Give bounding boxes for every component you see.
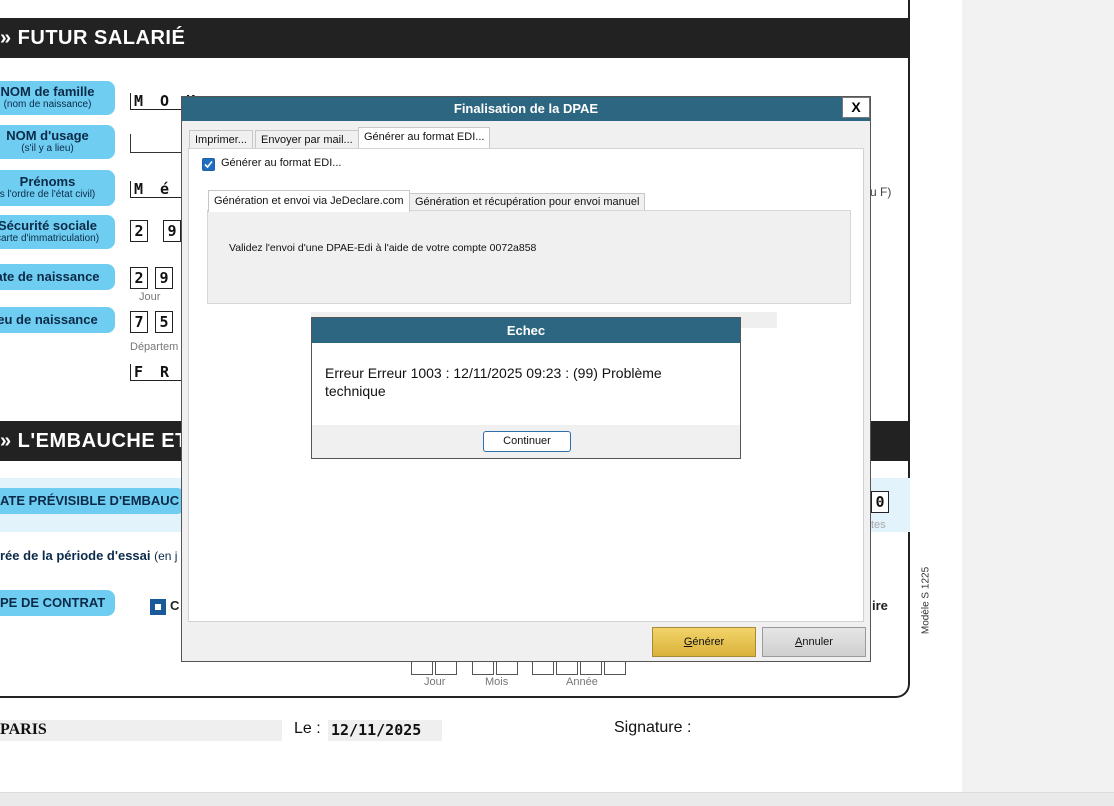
subtab-envoi-manuel[interactable]: Génération et récupération pour envoi ma… xyxy=(409,193,646,211)
continuer-button[interactable]: Continuer xyxy=(483,431,571,452)
contrat-checkbox xyxy=(150,599,166,615)
form-border-bottom xyxy=(0,696,895,698)
embauche-sub: tes xyxy=(871,519,886,531)
naissance-digit-1: 2 xyxy=(130,267,148,289)
pill-lieu-naissance: eu de naissance xyxy=(0,307,115,333)
side-note: u F) xyxy=(870,185,892,199)
echec-dialog: Echec Erreur Erreur 1003 : 12/11/2025 09… xyxy=(311,317,741,459)
periode-essai-label: rée de la période d'essai (en j xyxy=(0,548,178,563)
form-corner xyxy=(880,666,910,698)
bottom-strip xyxy=(0,792,1114,806)
jour-label: Jour xyxy=(139,291,161,303)
departement-label: Départem xyxy=(130,341,179,353)
le-label: Le : xyxy=(294,720,321,737)
secu-digit-1: 2 xyxy=(130,220,148,242)
naissance-digit-2: 9 xyxy=(155,267,173,289)
generer-button[interactable]: Générer xyxy=(652,627,756,657)
embauche-digit: 0 xyxy=(871,491,889,513)
nom-usage-boxes xyxy=(130,134,183,153)
contrat-right-label: ire xyxy=(872,598,888,613)
right-side-panel xyxy=(962,0,1114,792)
date-label-mois: Mois xyxy=(485,676,509,688)
close-button[interactable]: X xyxy=(842,97,870,118)
check-icon xyxy=(204,160,213,169)
dpae-dialog-title: Finalisation de la DPAE xyxy=(182,97,870,121)
generer-edi-checkbox-label: Générer au format EDI... xyxy=(221,157,342,169)
secu-digit-2: 9 xyxy=(163,220,181,242)
pill-prenoms: Prénoms s l'ordre de l'état civil) xyxy=(0,170,115,206)
echec-error-message: Erreur Erreur 1003 : 12/11/2025 09:23 : … xyxy=(325,365,662,399)
tab-imprimer[interactable]: Imprimer... xyxy=(189,130,253,149)
date-label-jour: Jour xyxy=(424,676,446,688)
pill-securite-sociale: Sécurité sociale carte d'immatriculation… xyxy=(0,215,115,249)
section-futur-salarie: » FUTUR SALARIÉ xyxy=(0,18,910,58)
subtab-jedeclare[interactable]: Génération et envoi via JeDeclare.com xyxy=(208,190,410,212)
city-field: PARIS xyxy=(0,720,282,741)
jedeclare-message: Validez l'envoi d'une DPAE-Edi à l'aide … xyxy=(229,242,537,254)
generer-edi-checkbox[interactable] xyxy=(202,158,215,171)
date-label-annee: Année xyxy=(566,676,598,688)
tab-generer-edi[interactable]: Générer au format EDI... xyxy=(358,127,491,148)
pill-date-embauche: ATE PRÉVISIBLE D'EMBAUC xyxy=(0,488,185,514)
lieu-digit-2: 5 xyxy=(155,311,173,333)
pill-nom-usage: NOM d'usage (s'il y a lieu) xyxy=(0,125,115,159)
pill-date-naissance: ate de naissance xyxy=(0,264,115,290)
model-number: Modèle S 1225 xyxy=(920,566,932,635)
tab-envoyer-mail[interactable]: Envoyer par mail... xyxy=(255,130,359,149)
contrat-label: C xyxy=(170,598,180,613)
form-border-right xyxy=(908,0,910,680)
jedeclare-panel: Validez l'envoi d'une DPAE-Edi à l'aide … xyxy=(207,210,851,304)
echec-dialog-title: Echec xyxy=(312,318,740,343)
annuler-button[interactable]: Annuler xyxy=(762,627,866,657)
date-field: 12/11/2025 xyxy=(328,720,442,741)
pill-nom-famille: NOM de famille (nom de naissance) xyxy=(0,81,115,115)
lieu-digit-1: 7 xyxy=(130,311,148,333)
signature-label: Signature : xyxy=(614,719,692,736)
echec-footer: Continuer xyxy=(312,425,740,458)
pill-type-contrat: PE DE CONTRAT xyxy=(0,590,115,616)
